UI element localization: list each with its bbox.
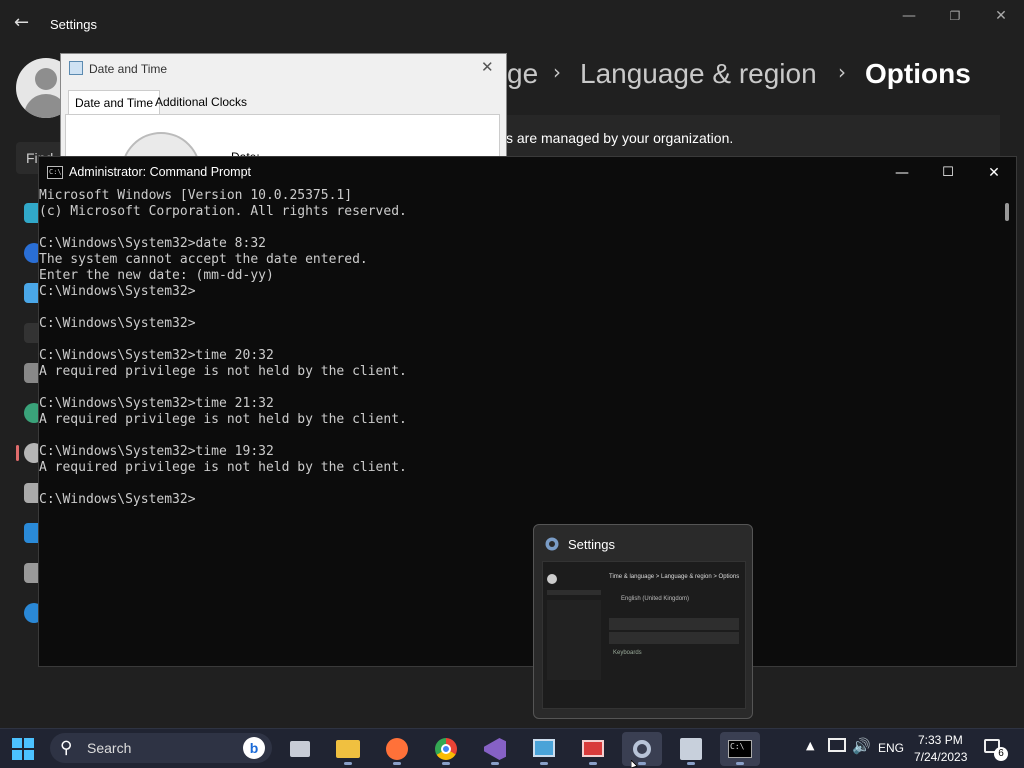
console-line: C:\Windows\System32>date 8:32 (39, 236, 266, 251)
cmd-taskbar-button[interactable]: C:\ (720, 732, 760, 766)
settings-preview-image[interactable]: Time & language > Language & region > Op… (542, 561, 746, 709)
date-time-app-icon (69, 61, 83, 75)
console-line: C:\Windows\System32> (39, 492, 196, 507)
folder-icon (336, 740, 360, 758)
tab-date-and-time[interactable]: Date and Time (68, 90, 161, 114)
file-explorer-button[interactable] (328, 732, 368, 766)
preview-breadcrumb: Time & language > Language & region > Op… (609, 574, 740, 580)
page-title: Options (865, 58, 971, 89)
search-icon: ⚲ (60, 738, 73, 758)
cmd-app-icon: C:\ (47, 166, 63, 179)
preview-language: English (United Kingdom) (621, 596, 690, 602)
preview-avatar (547, 574, 557, 584)
network-icon[interactable] (828, 738, 846, 752)
cmd-close-button[interactable]: ✕ (971, 157, 1017, 189)
command-prompt-window[interactable]: C:\ Administrator: Command Prompt — ☐ ✕ … (38, 156, 1017, 667)
volume-icon[interactable]: 🔊 (852, 737, 871, 755)
visual-studio-button[interactable] (475, 732, 515, 766)
bing-icon[interactable]: b (243, 737, 265, 759)
breadcrumb-language-region[interactable]: Language & region (580, 58, 817, 90)
preview-row (609, 618, 739, 630)
cmd-window-title: Administrator: Command Prompt (69, 165, 252, 179)
cmd-titlebar[interactable]: C:\ Administrator: Command Prompt — ☐ ✕ (39, 157, 1016, 188)
console-scrollbar-thumb[interactable] (1005, 203, 1009, 221)
breadcrumb-time-language[interactable]: ge (507, 58, 538, 90)
preview-nav (547, 600, 601, 680)
settings-taskbar-button[interactable] (622, 732, 662, 766)
console-line: The system cannot accept the date entere… (39, 252, 368, 267)
monitor-app-button[interactable] (524, 732, 564, 766)
dialog-close-icon[interactable]: ✕ (481, 58, 494, 76)
thumbnail-title: Settings (568, 537, 615, 552)
console-line: C:\Windows\System32> (39, 316, 196, 331)
org-managed-message: s are managed by your organization. (506, 130, 734, 146)
console-line: Microsoft Windows [Version 10.0.25375.1] (39, 188, 353, 203)
settings-app-title: Settings (50, 17, 97, 32)
presentation-app-button[interactable] (573, 732, 613, 766)
date-time-taskbar-button[interactable] (671, 732, 711, 766)
date-time-dialog: Date and Time ✕ Date and Time Additional… (60, 53, 507, 163)
console-output[interactable]: Microsoft Windows [Version 10.0.25375.1]… (39, 188, 999, 666)
avatar-head-shape (35, 68, 57, 90)
cmd-maximize-button[interactable]: ☐ (925, 157, 971, 189)
settings-gear-icon (633, 740, 651, 758)
notification-count-badge: 6 (994, 747, 1008, 761)
visual-studio-icon (484, 738, 506, 760)
dialog-title: Date and Time (89, 62, 168, 76)
console-line: C:\Windows\System32>time 21:32 (39, 396, 274, 411)
console-line: A required privilege is not held by the … (39, 460, 407, 475)
mouse-cursor-icon (631, 760, 638, 768)
gear-icon (545, 537, 559, 551)
minimize-button[interactable]: — (886, 0, 932, 32)
console-line: C:\Windows\System32>time 19:32 (39, 444, 274, 459)
selected-nav-indicator (16, 445, 19, 461)
breadcrumb-chevron-icon: › (553, 60, 561, 84)
firefox-icon (386, 738, 408, 760)
console-line: Enter the new date: (mm-dd-yy) (39, 268, 274, 283)
close-button[interactable]: ✕ (978, 0, 1024, 32)
settings-titlebar: ← Settings — ❐ ✕ (0, 0, 1024, 48)
chrome-icon-center (441, 744, 451, 754)
cmd-minimize-button[interactable]: — (879, 157, 925, 189)
tab-additional-clocks[interactable]: Additional Clocks (149, 90, 253, 114)
maximize-button[interactable]: ❐ (932, 0, 978, 32)
chrome-button[interactable] (426, 732, 466, 766)
search-label: Search (87, 740, 132, 756)
preview-keyboards: Keyboards (613, 650, 642, 656)
console-line: A required privilege is not held by the … (39, 364, 407, 379)
clock-time[interactable]: 7:33 PM (918, 733, 963, 747)
console-line: (c) Microsoft Corporation. All rights re… (39, 204, 407, 219)
show-hidden-icons-chevron-icon[interactable]: ▲ (806, 739, 814, 752)
clock-date[interactable]: 7/24/2023 (914, 750, 967, 764)
firefox-button[interactable] (377, 732, 417, 766)
console-line: C:\Windows\System32> (39, 284, 196, 299)
task-view-icon (290, 741, 310, 757)
windows-start-icon[interactable] (12, 738, 34, 760)
console-line: C:\Windows\System32>time 20:32 (39, 348, 274, 363)
input-language-indicator[interactable]: ENG (878, 741, 904, 755)
task-view-button[interactable] (280, 732, 320, 766)
settings-thumbnail-popup[interactable]: Settings Time & language > Language & re… (533, 524, 753, 719)
monitor-app-icon (533, 739, 555, 757)
date-time-app-icon (680, 738, 702, 760)
presentation-app-icon (582, 740, 604, 757)
taskbar-search-box[interactable]: ⚲ Search b (50, 733, 272, 763)
breadcrumb-chevron-icon: › (838, 60, 846, 84)
back-arrow-icon[interactable]: ← (14, 12, 36, 34)
cmd-icon: C:\ (728, 740, 752, 758)
preview-row (609, 632, 739, 644)
console-line: A required privilege is not held by the … (39, 412, 407, 427)
preview-find (547, 590, 601, 595)
